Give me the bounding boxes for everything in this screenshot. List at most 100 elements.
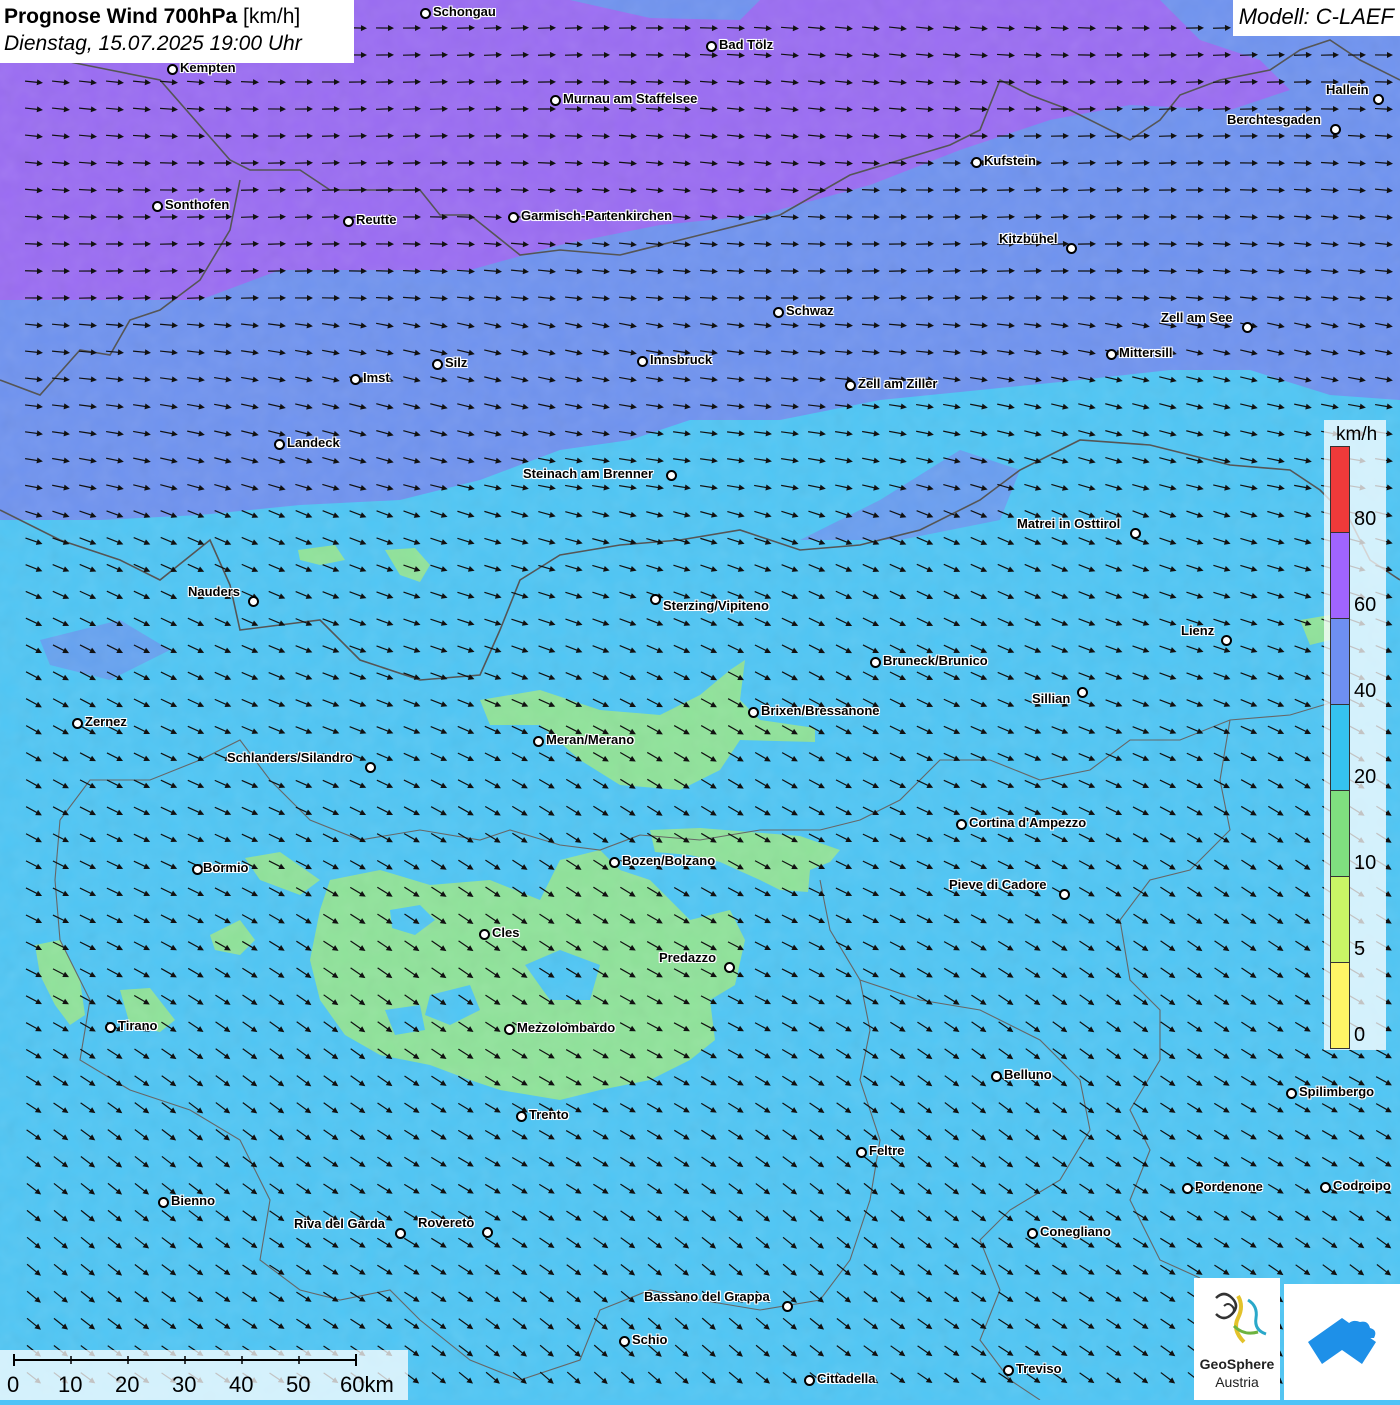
city-label: Imst (363, 371, 390, 385)
city-marker[interactable] (105, 1022, 116, 1033)
legend-label-0: 0 (1354, 1024, 1365, 1047)
city-label: Bruneck/Brunico (883, 654, 988, 668)
city-marker[interactable] (550, 95, 561, 106)
city-marker[interactable] (1373, 94, 1384, 105)
map-title-unit: [km/h] (243, 5, 300, 28)
city-label: Reutte (356, 213, 396, 227)
city-label: Pordenone (1195, 1180, 1263, 1194)
scale-label-50: 50 (286, 1372, 310, 1398)
weather-app-logo[interactable] (1284, 1284, 1400, 1400)
city-marker[interactable] (479, 929, 490, 940)
city-label: Kempten (180, 61, 236, 75)
city-label: Zell am Ziller (858, 377, 937, 391)
city-marker[interactable] (1182, 1183, 1193, 1194)
city-label: Cittadella (817, 1372, 876, 1386)
legend-label-60: 60 (1354, 594, 1376, 617)
geosphere-logo[interactable]: GeoSphere Austria (1194, 1278, 1280, 1400)
city-marker[interactable] (804, 1375, 815, 1386)
city-marker[interactable] (619, 1336, 630, 1347)
legend-swatch-5 (1330, 876, 1350, 963)
legend-swatch-0 (1330, 962, 1350, 1049)
city-marker[interactable] (782, 1301, 793, 1312)
legend-swatch-80 (1330, 446, 1350, 533)
city-label: Zell am See (1161, 311, 1233, 325)
city-label: Sillian (1032, 692, 1070, 706)
city-marker[interactable] (420, 8, 431, 19)
city-label: Innsbruck (650, 353, 712, 367)
title-panel: Prognose Wind 700hPa [km/h] Dienstag, 15… (0, 0, 354, 63)
city-marker[interactable] (1106, 349, 1117, 360)
city-marker[interactable] (274, 439, 285, 450)
scale-label-30: 30 (172, 1372, 196, 1398)
city-marker[interactable] (516, 1111, 527, 1122)
city-marker[interactable] (365, 762, 376, 773)
city-marker[interactable] (870, 657, 881, 668)
city-marker[interactable] (1330, 124, 1341, 135)
city-marker[interactable] (1003, 1365, 1014, 1376)
city-marker[interactable] (167, 64, 178, 75)
city-marker[interactable] (609, 857, 620, 868)
legend-label-40: 40 (1354, 680, 1376, 703)
city-marker[interactable] (724, 962, 735, 973)
city-marker[interactable] (845, 380, 856, 391)
mountain-cloud-icon (1284, 1284, 1400, 1400)
city-label: Kufstein (984, 154, 1036, 168)
city-marker[interactable] (395, 1228, 406, 1239)
city-marker[interactable] (706, 41, 717, 52)
city-marker[interactable] (158, 1197, 169, 1208)
city-marker[interactable] (248, 596, 259, 607)
scale-label-20: 20 (115, 1372, 139, 1398)
city-marker[interactable] (432, 359, 443, 370)
city-marker[interactable] (956, 819, 967, 830)
city-label: Treviso (1016, 1362, 1062, 1376)
city-marker[interactable] (533, 736, 544, 747)
city-label: Nauders (188, 585, 240, 599)
city-label: Garmisch-Partenkirchen (521, 209, 672, 223)
legend-label-5: 5 (1354, 938, 1365, 961)
city-label: Predazzo (659, 951, 716, 965)
city-marker[interactable] (637, 356, 648, 367)
city-marker[interactable] (192, 864, 203, 875)
city-marker[interactable] (1320, 1182, 1331, 1193)
city-marker[interactable] (1027, 1228, 1038, 1239)
city-marker[interactable] (1066, 243, 1077, 254)
city-marker[interactable] (1130, 528, 1141, 539)
city-label: Brixen/Bressanone (761, 704, 880, 718)
city-label: Silz (445, 356, 467, 370)
city-label: Schongau (433, 5, 496, 19)
city-marker[interactable] (72, 718, 83, 729)
city-label: Sterzing/Vipiteno (663, 599, 769, 613)
city-label: Meran/Merano (546, 733, 634, 747)
city-marker[interactable] (991, 1071, 1002, 1082)
legend-unit: km/h (1336, 424, 1377, 446)
city-marker[interactable] (650, 594, 661, 605)
city-marker[interactable] (666, 470, 677, 481)
city-marker[interactable] (343, 216, 354, 227)
city-label: Matrei in Osttirol (1017, 517, 1120, 531)
city-marker[interactable] (504, 1024, 515, 1035)
city-label: Landeck (287, 436, 340, 450)
city-marker[interactable] (350, 374, 361, 385)
city-marker[interactable] (152, 201, 163, 212)
city-marker[interactable] (1242, 322, 1253, 333)
city-marker[interactable] (1077, 687, 1088, 698)
city-label: Trento (529, 1108, 569, 1122)
city-marker[interactable] (748, 707, 759, 718)
city-label: Hallein (1326, 83, 1369, 97)
city-label: Pieve di Cadore (949, 878, 1047, 892)
city-marker[interactable] (856, 1147, 867, 1158)
city-label: Steinach am Brenner (523, 467, 653, 481)
city-marker[interactable] (773, 307, 784, 318)
city-marker[interactable] (482, 1227, 493, 1238)
city-label: Murnau am Staffelsee (563, 92, 697, 106)
legend-label-10: 10 (1354, 852, 1376, 875)
legend-label-80: 80 (1354, 508, 1376, 531)
city-marker[interactable] (971, 157, 982, 168)
city-marker[interactable] (1286, 1088, 1297, 1099)
city-marker[interactable] (1059, 889, 1070, 900)
city-marker[interactable] (508, 212, 519, 223)
city-marker[interactable] (1221, 635, 1232, 646)
geosphere-emblem-icon (1194, 1278, 1280, 1354)
legend-swatch-40 (1330, 618, 1350, 705)
map-title-main: Prognose Wind 700hPa (4, 5, 237, 28)
